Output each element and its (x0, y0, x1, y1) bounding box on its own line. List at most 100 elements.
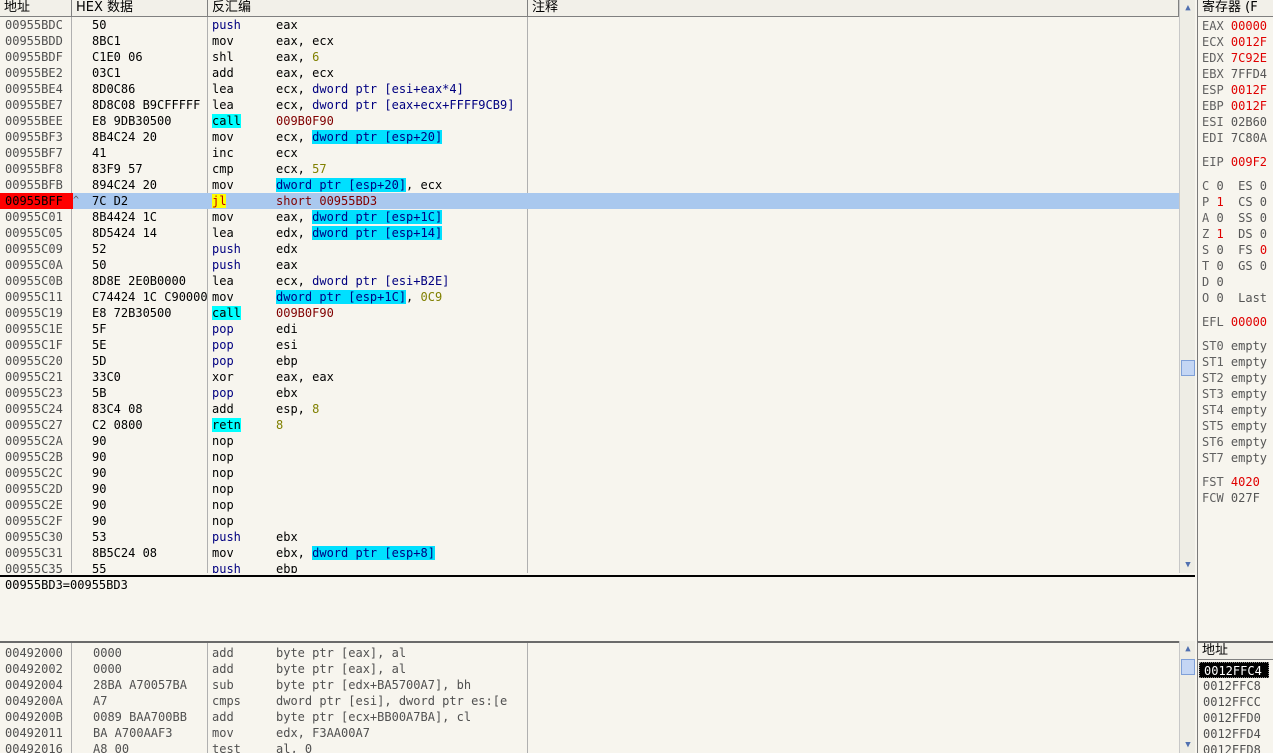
register-line[interactable]: O 0 Last (1202, 290, 1267, 306)
register-line[interactable]: T 0 GS 0 (1202, 258, 1267, 274)
stack-row[interactable]: 0012FFC4 (1199, 662, 1269, 678)
disasm-row[interactable]: 00955C11 C74424 1C C9000000 mov dword ptr [… (0, 289, 1179, 305)
register-line[interactable]: ST2 empty (1202, 370, 1267, 386)
row-mnemonic: jl (212, 193, 272, 209)
scroll-thumb[interactable] (1181, 360, 1195, 376)
disasm-row[interactable]: 00955BF7 41 inc ecx (0, 145, 1179, 161)
register-line[interactable]: ST4 empty (1202, 402, 1267, 418)
register-line[interactable]: A 0 SS 0 (1202, 210, 1267, 226)
register-line[interactable]: ST1 empty (1202, 354, 1267, 370)
register-line[interactable]: ST3 empty (1202, 386, 1267, 402)
disasm-row[interactable]: 00955C09 52 push edx (0, 241, 1179, 257)
disasm-row[interactable]: 00955C21 33C0 xor eax, eax (0, 369, 1179, 385)
registers-header[interactable]: 寄存器 (F (1198, 0, 1273, 17)
registers-pane[interactable]: 寄存器 (F EAX 00000 ECX 0012F EDX 7C92E EBX 7F… (1197, 0, 1273, 641)
dump-row[interactable]: 0049200B 0089 BAA700BB add byte ptr [ecx+BB… (0, 709, 1179, 725)
register-line[interactable]: EIP 009F2 (1202, 154, 1267, 170)
stack-row[interactable]: 0012FFC8 (1199, 678, 1269, 694)
disasm-row[interactable]: 00955C2B 90 nop (0, 449, 1179, 465)
disasm-row[interactable]: 00955BF8 83F9 57 cmp ecx, 57 (0, 161, 1179, 177)
disasm-row[interactable]: 00955C0A 50 push eax (0, 257, 1179, 273)
disasm-row[interactable]: 00955BE7 8D8C08 B9CFFFFF lea ecx, dword ptr… (0, 97, 1179, 113)
register-line[interactable]: Z 1 DS 0 (1202, 226, 1267, 242)
disasm-row[interactable]: 00955C2C 90 nop (0, 465, 1179, 481)
register-line[interactable]: ESP 0012F (1202, 82, 1267, 98)
scroll-up-arrow-icon[interactable]: ▲ (1181, 1, 1195, 15)
register-line[interactable]: ESI 02B60 (1202, 114, 1267, 130)
register-line[interactable]: EBX 7FFD4 (1202, 66, 1267, 82)
scroll-thumb[interactable] (1181, 659, 1195, 675)
register-line[interactable]: ST7 empty (1202, 450, 1267, 466)
row-hex: 33C0 (92, 370, 121, 384)
dump-row[interactable]: 00492002 0000 add byte ptr [eax], al (0, 661, 1179, 677)
disasm-row[interactable]: 00955C2D 90 nop (0, 481, 1179, 497)
disasm-row[interactable]: 00955C1E 5F pop edi (0, 321, 1179, 337)
disasm-row[interactable]: 00955C2F 90 nop (0, 513, 1179, 529)
disasm-row[interactable]: 00955BFB 894C24 20 mov dword ptr [esp+20], … (0, 177, 1179, 193)
dump-row[interactable]: 00492000 0000 add byte ptr [eax], al (0, 645, 1179, 661)
register-line[interactable]: ST6 empty (1202, 434, 1267, 450)
disasm-row[interactable]: 00955BDD 8BC1 mov eax, ecx (0, 33, 1179, 49)
stack-row[interactable]: 0012FFD8 (1199, 742, 1269, 753)
scroll-down-arrow-icon[interactable]: ▼ (1181, 738, 1195, 752)
register-line[interactable]: C 0 ES 0 (1202, 178, 1267, 194)
register-line[interactable]: D 0 (1202, 274, 1224, 290)
column-header-hex[interactable]: HEX 数据 (72, 0, 208, 17)
register-line[interactable]: ST0 empty (1202, 338, 1267, 354)
disasm-row[interactable]: 00955C2A 90 nop (0, 433, 1179, 449)
disasm-row[interactable]: 00955BE4 8D0C86 lea ecx, dword ptr [esi+eax… (0, 81, 1179, 97)
disasm-row[interactable]: 00955BE2 03C1 add eax, ecx (0, 65, 1179, 81)
disasm-row[interactable]: 00955BEE E8 9DB30500 call 009B0F90 (0, 113, 1179, 129)
register-line[interactable]: P 1 CS 0 (1202, 194, 1267, 210)
disasm-row[interactable]: 00955BDC 50 push eax (0, 17, 1179, 33)
column-header-address[interactable]: 地址 (0, 0, 72, 17)
disasm-row[interactable]: 00955C01 8B4424 1C mov eax, dword ptr [esp+… (0, 209, 1179, 225)
column-header-disassembly[interactable]: 反汇编 (208, 0, 528, 17)
row-address: 00955C2C (5, 466, 63, 480)
dump-pane[interactable]: 00492000 0000 add byte ptr [eax], al 0049200… (0, 641, 1179, 753)
disassembly-scrollbar[interactable]: ▲ ▼ (1179, 0, 1195, 573)
column-header-comment[interactable]: 注释 (528, 0, 1179, 17)
register-line[interactable]: EBP 0012F (1202, 98, 1267, 114)
dump-row[interactable]: 00492004 28BA A70057BA sub byte ptr [edx+BA… (0, 677, 1179, 693)
disasm-row[interactable]: 00955C19 E8 72B30500 call 009B0F90 (0, 305, 1179, 321)
register-line[interactable]: ECX 0012F (1202, 34, 1267, 50)
disasm-row[interactable]: 00955C0B 8D8E 2E0B0000 lea ecx, dword ptr [… (0, 273, 1179, 289)
stack-header-address[interactable]: 地址 (1198, 643, 1273, 660)
dump-address: 00492011 (5, 726, 63, 740)
stack-row[interactable]: 0012FFD0 (1199, 710, 1269, 726)
disasm-row[interactable]: 00955C30 53 push ebx (0, 529, 1179, 545)
disasm-row[interactable]: 00955C1F 5E pop esi (0, 337, 1179, 353)
disasm-row[interactable]: 00955BF3 8B4C24 20 mov ecx, dword ptr [esp+… (0, 129, 1179, 145)
scroll-down-arrow-icon[interactable]: ▼ (1181, 558, 1195, 572)
dump-row[interactable]: 00492016 A8 00 test al, 0 (0, 741, 1179, 753)
stack-row[interactable]: 0012FFD4 (1199, 726, 1269, 742)
register-line[interactable]: FCW 027F (1202, 490, 1260, 506)
stack-row[interactable]: 0012FFCC (1199, 694, 1269, 710)
disasm-row[interactable]: 00955C24 83C4 08 add esp, 8 (0, 401, 1179, 417)
disasm-row[interactable]: 00955C31 8B5C24 08 mov ebx, dword ptr [esp+… (0, 545, 1179, 561)
disasm-row[interactable]: 00955C05 8D5424 14 lea edx, dword ptr [esp+… (0, 225, 1179, 241)
dump-scrollbar[interactable]: ▲ ▼ (1179, 641, 1195, 753)
row-hex: 8B5C24 08 (92, 546, 158, 560)
dump-row[interactable]: 0049200A A7 cmps dword ptr [esi], dword ptr… (0, 693, 1179, 709)
disasm-row[interactable]: 00955C35 55 push ebp (0, 561, 1179, 573)
disassembly-pane[interactable]: 地址 HEX 数据 反汇编 注释 00955BDC 50 push eax 00955B… (0, 0, 1179, 573)
register-line[interactable]: EAX 00000 (1202, 18, 1267, 34)
disasm-row[interactable]: 00955C2E 90 nop (0, 497, 1179, 513)
scroll-up-arrow-icon[interactable]: ▲ (1181, 642, 1195, 656)
disasm-row[interactable]: 00955BDF C1E0 06 shl eax, 6 (0, 49, 1179, 65)
dump-row[interactable]: 00492011 BA A700AAF3 mov edx, F3AA00A7 (0, 725, 1179, 741)
register-line[interactable]: EDI 7C80A (1202, 130, 1267, 146)
disasm-row[interactable]: 00955C27 C2 0800 retn 8 (0, 417, 1179, 433)
disasm-row[interactable]: 00955C23 5B pop ebx (0, 385, 1179, 401)
disasm-row[interactable]: 00955C20 5D pop ebp (0, 353, 1179, 369)
disasm-row[interactable]: 00955BFF ^ 7C D2 jl short 00955BD3 (0, 193, 1179, 209)
stack-pane[interactable]: 地址 0012FFC4 0012FFC8 0012FFCC 0012FFD0 0012F… (1197, 641, 1273, 753)
register-line[interactable]: EDX 7C92E (1202, 50, 1267, 66)
register-line[interactable]: FST 4020 (1202, 474, 1260, 490)
register-line[interactable]: ST5 empty (1202, 418, 1267, 434)
operand-part: 8 (312, 402, 320, 416)
register-line[interactable]: EFL 00000 (1202, 314, 1267, 330)
register-line[interactable]: S 0 FS 0 (1202, 242, 1267, 258)
